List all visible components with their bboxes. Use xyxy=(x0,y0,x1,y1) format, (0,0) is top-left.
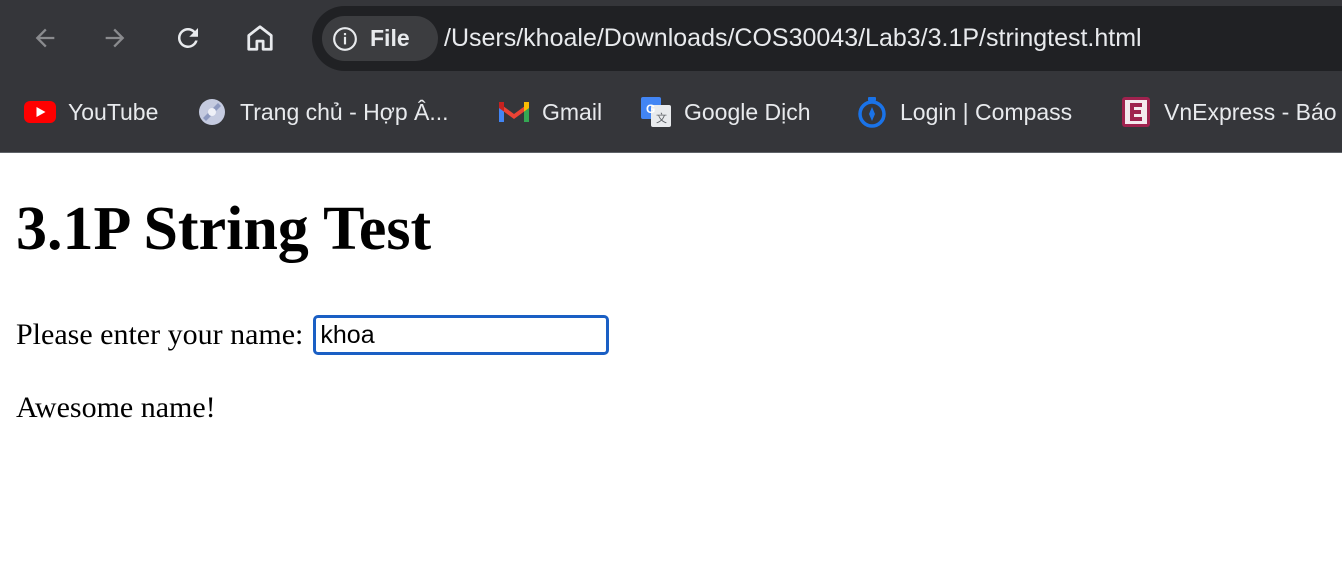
bookmark-youtube[interactable]: YouTube xyxy=(24,84,158,140)
reload-icon xyxy=(177,27,198,48)
bookmark-vnexpress[interactable]: VnExpress - Báo xyxy=(1120,84,1337,140)
page-title: 3.1P String Test xyxy=(16,195,432,263)
bookmark-label: YouTube xyxy=(68,98,159,125)
bookmark-google-dich[interactable]: G文 Google Dịch xyxy=(640,84,811,140)
name-form-row: Please enter your name: xyxy=(16,315,610,355)
back-button[interactable] xyxy=(24,17,66,59)
vnexpress-icon xyxy=(1120,96,1152,128)
bookmark-label: Login | Compass xyxy=(900,98,1073,125)
result-message: Awesome name! xyxy=(16,391,216,424)
bookmark-label: Google Dịch xyxy=(684,98,811,125)
bookmark-label: VnExpress - Báo xyxy=(1164,98,1337,125)
bookmark-label: Trang chủ - Hợp Â... xyxy=(240,98,449,125)
name-prompt-label: Please enter your name: xyxy=(16,318,304,351)
bookmark-trang-chu[interactable]: Trang chủ - Hợp Â... xyxy=(196,84,449,140)
youtube-icon xyxy=(24,96,56,128)
svg-text:文: 文 xyxy=(656,111,667,125)
bookmark-compass[interactable]: Login | Compass xyxy=(856,84,1072,140)
page-content: 3.1P String Test Please enter your name:… xyxy=(0,153,1342,578)
site-chip-label: File xyxy=(370,25,410,51)
home-icon xyxy=(247,25,273,51)
name-input[interactable] xyxy=(313,315,610,355)
svg-text:G: G xyxy=(646,102,655,116)
url-text[interactable]: /Users/khoale/Downloads/COS30043/Lab3/3.… xyxy=(444,6,1142,71)
arrow-right-icon xyxy=(105,28,125,48)
address-bar[interactable]: File /Users/khoale/Downloads/COS30043/La… xyxy=(312,6,1342,71)
forward-button[interactable] xyxy=(94,17,136,59)
info-icon xyxy=(332,26,358,52)
bookmark-label: Gmail xyxy=(542,98,603,125)
browser-chrome: File /Users/khoale/Downloads/COS30043/La… xyxy=(0,0,1342,153)
compass-icon xyxy=(856,96,888,128)
home-button[interactable] xyxy=(239,17,281,59)
bookmarks-bar: YouTube Trang chủ - Hợp Â... Gmail G文 Go… xyxy=(0,84,1342,140)
arrow-left-icon xyxy=(35,28,55,48)
gmail-icon xyxy=(498,96,530,128)
site-info-chip[interactable]: File xyxy=(322,16,438,61)
browser-toolbar: File /Users/khoale/Downloads/COS30043/La… xyxy=(0,0,1342,77)
site-favicon-icon xyxy=(196,96,228,128)
reload-button[interactable] xyxy=(167,17,209,59)
google-translate-icon: G文 xyxy=(640,96,672,128)
bookmark-gmail[interactable]: Gmail xyxy=(498,84,602,140)
